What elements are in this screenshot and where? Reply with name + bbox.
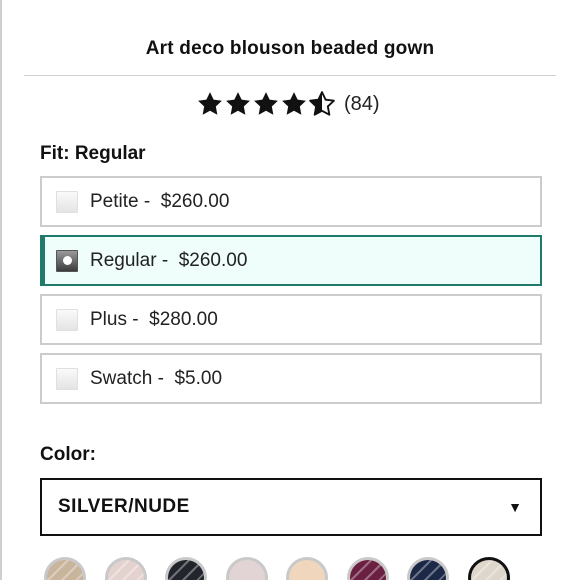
color-swatch[interactable] [467,557,510,580]
color-dropdown[interactable]: SILVER/NUDE ▼ [40,478,542,536]
star-full-icon [254,92,278,115]
fit-option-swatch[interactable]: Swatch - $5.00 [40,353,542,404]
color-swatches [44,557,528,580]
color-swatch[interactable] [286,557,328,580]
star-full-icon [226,92,250,115]
star-rating [196,90,336,118]
fit-option-plus[interactable]: Plus - $280.00 [40,294,542,345]
star-full-icon [198,92,222,115]
fit-option-petite[interactable]: Petite - $260.00 [40,176,542,227]
radio-button-selected-icon[interactable] [56,249,78,272]
color-swatch[interactable] [104,557,147,580]
fit-label: Fit: Regular [40,143,146,164]
fit-option-label: Regular - $260.00 [90,249,248,271]
radio-button-icon[interactable] [56,190,78,213]
triangle-down-icon: ▼ [508,499,522,515]
fit-option-label: Swatch - $5.00 [90,367,223,389]
rating-summary[interactable]: (84) [196,90,380,118]
product-title: Art deco blouson beaded gown [145,38,435,59]
color-label: Color: [40,444,96,465]
color-swatch[interactable] [165,557,207,580]
fit-option-label: Petite - $260.00 [90,190,230,212]
review-count-link[interactable]: (84) [344,93,380,116]
color-dropdown-value: SILVER/NUDE [58,496,190,517]
fit-option-regular[interactable]: Regular - $260.00 [40,235,542,286]
color-swatch[interactable] [225,557,268,580]
left-edge-divider [0,0,2,580]
color-swatch[interactable] [44,557,86,580]
fit-option-label: Plus - $280.00 [90,308,218,330]
radio-button-icon[interactable] [56,367,78,390]
radio-button-icon[interactable] [56,308,78,331]
title-divider [24,75,556,76]
fit-options: Petite - $260.00 Regular - $260.00 Plus … [40,176,542,412]
star-full-icon [282,92,306,115]
color-swatch[interactable] [346,557,389,580]
star-half-icon [309,91,335,116]
color-swatch[interactable] [407,557,449,580]
